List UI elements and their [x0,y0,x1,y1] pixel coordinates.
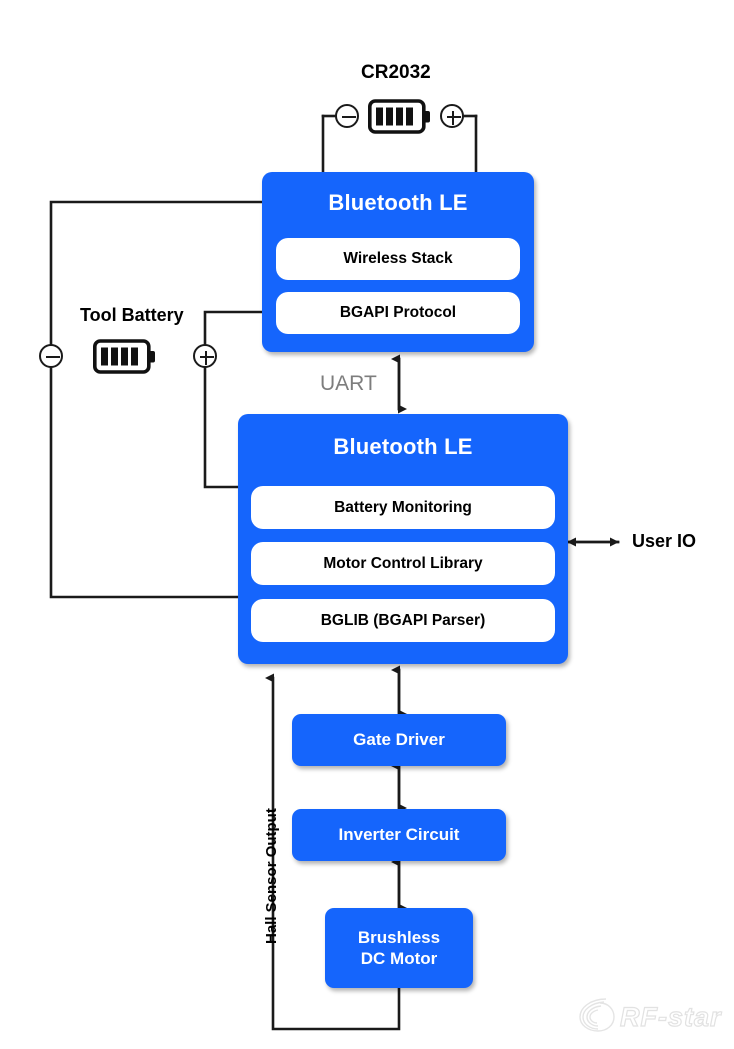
chip-brushless-dc-motor-line1: Brushless [357,927,441,947]
cr2032-label: CR2032 [361,62,431,83]
module-ble-bottom-title: Bluetooth LE [333,434,473,459]
chip-gate-driver: Gate Driver [292,714,506,766]
sub-block-battery-monitoring: Battery Monitoring [251,486,555,529]
chip-inverter-circuit: Inverter Circuit [292,809,506,861]
uart-label: UART [320,372,377,395]
hall-sensor-output-label: Hall Sensor Output [263,808,280,944]
cr2032-negative-terminal [335,104,359,128]
wire-tool-battery-positive-up [203,310,264,346]
rf-star-wordmark: RF-star [620,1002,722,1032]
module-ble-bottom: Bluetooth LE Battery Monitoring Motor Co… [238,414,568,664]
sub-block-bglib-bgapi-parser: BGLIB (BGAPI Parser) [251,599,555,642]
wire-tool-battery-negative-down [49,366,240,599]
wire-tool-battery-positive-down [203,366,240,489]
sub-block-bgapi-protocol: BGAPI Protocol [276,292,520,334]
rf-star-watermark: RF-star [576,993,726,1040]
tool-battery-negative-terminal [39,344,63,368]
sub-block-wireless-stack: Wireless Stack [276,238,520,280]
user-io-label: User IO [632,531,697,551]
cr2032-battery-icon [367,99,432,140]
module-ble-top: Bluetooth LE Wireless Stack BGAPI Protoc… [262,172,534,352]
module-ble-top-title: Bluetooth LE [328,190,468,215]
chip-brushless-dc-motor-line2: DC Motor [360,949,438,968]
sub-block-motor-control-library: Motor Control Library [251,542,555,585]
tool-battery-label: Tool Battery [80,305,184,325]
tool-battery-positive-terminal [193,344,217,368]
chip-brushless-dc-motor: Brushless DC Motor [325,908,473,988]
diagram-canvas: CR2032 Bluetooth LE Wireless Stack BGAPI… [0,0,734,1049]
tool-battery-icon [92,339,157,380]
swirl-logo-icon [579,998,615,1032]
cr2032-positive-terminal [440,104,464,128]
